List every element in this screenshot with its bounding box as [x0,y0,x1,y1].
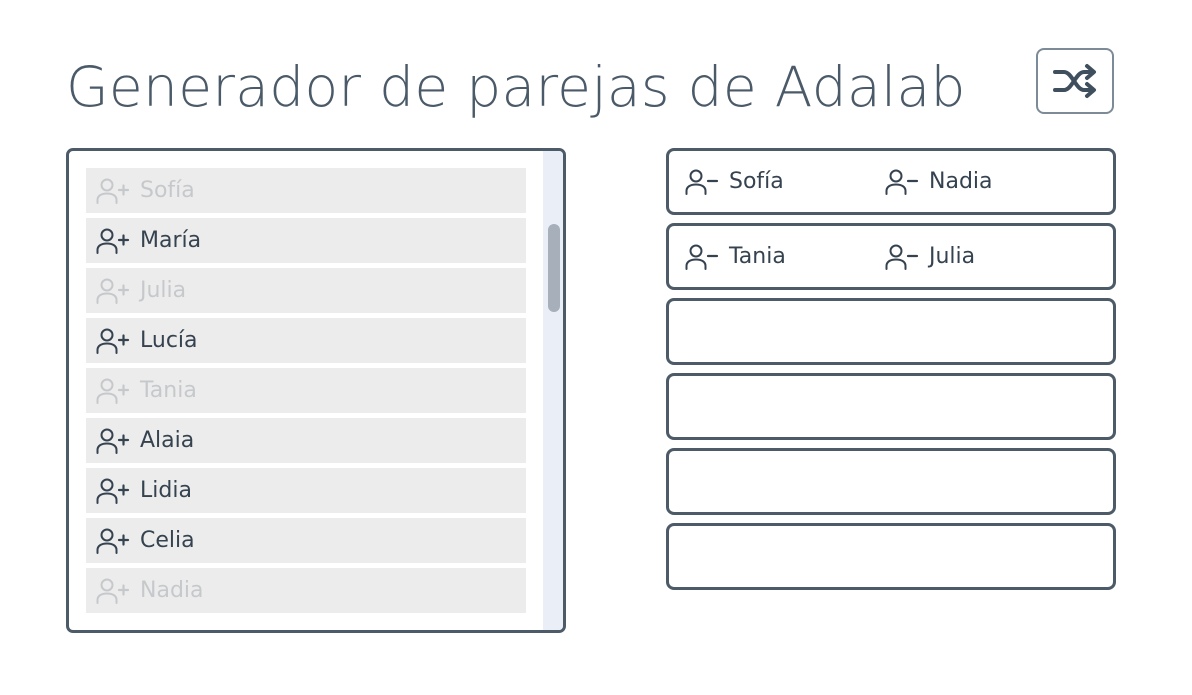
scrollbar-track[interactable] [543,151,563,630]
user-plus-icon [96,427,130,455]
list-item: Nadia [86,568,526,613]
shuffle-button[interactable] [1036,48,1114,114]
list-item-label: Julia [140,278,187,303]
pair-member[interactable]: Julia [885,243,975,271]
pair-slot [666,523,1116,590]
list-item-label: Tania [140,378,197,403]
list-item: Tania [86,368,526,413]
list-item-label: Sofía [140,178,195,203]
user-minus-icon [885,243,919,271]
user-plus-icon [96,377,130,405]
list-item-label: Lidia [140,478,192,503]
shuffle-icon [1053,64,1096,98]
pair-member[interactable]: Sofía [685,168,784,196]
list-item: Sofía [86,168,526,213]
pair-slot [666,448,1116,515]
user-plus-icon [96,177,130,205]
pair-slot [666,373,1116,440]
list-item[interactable]: Celia [86,518,526,563]
list-item[interactable]: Lidia [86,468,526,513]
user-minus-icon [685,168,719,196]
list-item[interactable]: María [86,218,526,263]
list-item[interactable]: Alaia [86,418,526,463]
scrollbar-thumb[interactable] [548,224,560,312]
list-item-label: Alaia [140,428,195,453]
pair-member-label: Sofía [729,169,784,194]
people-list: Sofía María Julia Lucía Tania Alaia Lidia Celia… [86,168,526,618]
user-plus-icon [96,577,130,605]
pair-slot: Sofía Nadia [666,148,1116,215]
user-minus-icon [885,168,919,196]
user-plus-icon [96,277,130,305]
pair-member[interactable]: Tania [685,243,786,271]
list-item-label: Lucía [140,328,198,353]
user-minus-icon [685,243,719,271]
page-title: Generador de parejas de Adalab [66,55,966,119]
pair-member[interactable]: Nadia [885,168,993,196]
people-list-panel[interactable]: Sofía María Julia Lucía Tania Alaia Lidia Celia… [66,148,566,633]
user-plus-icon [96,527,130,555]
pair-member-label: Nadia [929,169,993,194]
list-item-label: María [140,228,202,253]
user-plus-icon [96,477,130,505]
pair-slot: Tania Julia [666,223,1116,290]
user-plus-icon [96,327,130,355]
pair-member-label: Julia [929,244,976,269]
list-item[interactable]: Lucía [86,318,526,363]
pair-slot [666,298,1116,365]
list-item: Julia [86,268,526,313]
list-item-label: Nadia [140,578,204,603]
list-item-label: Celia [140,528,195,553]
pair-member-label: Tania [729,244,786,269]
user-plus-icon [96,227,130,255]
